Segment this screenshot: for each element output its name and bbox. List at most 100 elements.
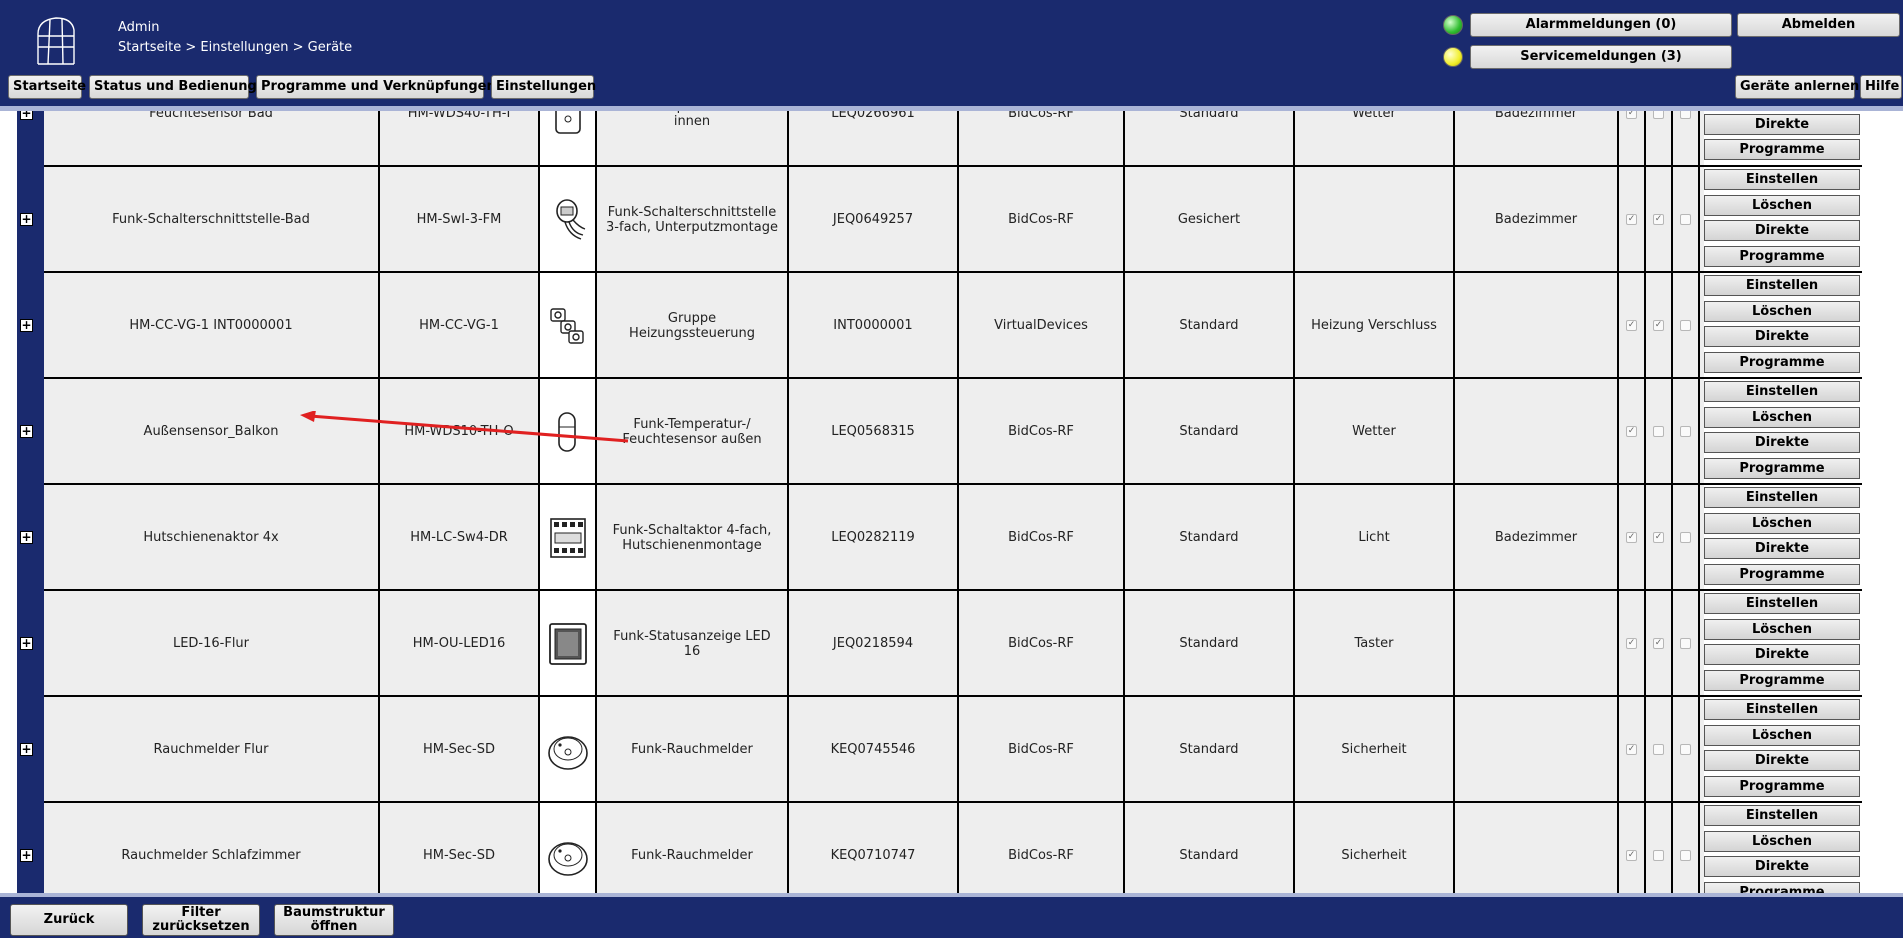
expand-icon[interactable]: + bbox=[20, 849, 33, 862]
device-description: Funk-Rauchmelder bbox=[597, 803, 789, 893]
device-type: HM-Sec-SD bbox=[380, 803, 540, 893]
device-room bbox=[1455, 379, 1619, 484]
logged-checkbox[interactable] bbox=[1680, 532, 1691, 543]
settings-button[interactable]: Einstellen bbox=[1704, 593, 1860, 614]
delete-button[interactable]: Löschen bbox=[1704, 618, 1860, 640]
smoke-detector-icon bbox=[547, 841, 588, 876]
device-serial: JEQ0218594 bbox=[789, 591, 959, 696]
direct-links-button[interactable]: Direkte bbox=[1704, 432, 1860, 453]
device-name: Rauchmelder Schlafzimmer bbox=[44, 803, 380, 893]
nav-startseite[interactable]: Startseite bbox=[8, 75, 86, 99]
device-table[interactable]: Feuchtesensor Bad HM-WDS40-TH-I Funk-Tem… bbox=[0, 111, 1903, 893]
operable-checkbox[interactable] bbox=[1653, 111, 1664, 119]
programs-button[interactable]: Programme bbox=[1704, 775, 1860, 797]
operable-checkbox[interactable] bbox=[1653, 744, 1664, 755]
programs-button[interactable]: Programme bbox=[1704, 351, 1860, 373]
programs-button[interactable]: Programme bbox=[1704, 457, 1860, 479]
visible-checkbox[interactable]: ✓ bbox=[1626, 744, 1637, 755]
nav-einstellungen[interactable]: Einstellungen bbox=[491, 75, 596, 99]
settings-button[interactable]: Einstellen bbox=[1704, 805, 1860, 826]
direct-links-button[interactable]: Direkte bbox=[1704, 114, 1860, 135]
table-row: Rauchmelder Schlafzimmer HM-Sec-SD Funk-Ra… bbox=[44, 803, 1864, 893]
nav-programme-und-verknuepfungen[interactable]: Programme und Verknüpfungen bbox=[256, 75, 496, 99]
row-divider bbox=[44, 483, 1862, 485]
programs-button[interactable]: Programme bbox=[1704, 669, 1860, 691]
logout-button[interactable]: Abmelden bbox=[1737, 13, 1900, 37]
device-interface: VirtualDevices bbox=[959, 273, 1125, 378]
service-messages-button[interactable]: Servicemeldungen (3) bbox=[1470, 45, 1732, 69]
programs-button[interactable]: Programme bbox=[1704, 245, 1860, 267]
operable-checkbox[interactable]: ✓ bbox=[1653, 532, 1664, 543]
expand-icon[interactable]: + bbox=[20, 531, 33, 544]
footer-divider bbox=[0, 893, 1903, 897]
expand-icon[interactable]: + bbox=[20, 743, 33, 756]
programs-button[interactable]: Programme bbox=[1704, 881, 1860, 893]
back-button[interactable]: Zurück bbox=[10, 904, 128, 936]
logged-checkbox[interactable] bbox=[1680, 320, 1691, 331]
operable-checkbox[interactable] bbox=[1653, 426, 1664, 437]
expand-icon[interactable]: + bbox=[20, 637, 33, 650]
device-mode: Standard bbox=[1125, 379, 1295, 484]
logged-checkbox[interactable] bbox=[1680, 638, 1691, 649]
reset-filter-button[interactable]: Filter zurücksetzen bbox=[142, 904, 260, 936]
delete-button[interactable]: Löschen bbox=[1704, 194, 1860, 216]
visible-checkbox[interactable]: ✓ bbox=[1626, 638, 1637, 649]
operable-checkbox[interactable]: ✓ bbox=[1653, 214, 1664, 225]
device-interface: BidCos-RF bbox=[959, 167, 1125, 272]
delete-button[interactable]: Löschen bbox=[1704, 830, 1860, 852]
settings-button[interactable]: Einstellen bbox=[1704, 699, 1860, 720]
visible-checkbox[interactable]: ✓ bbox=[1626, 426, 1637, 437]
device-function: Wetter bbox=[1295, 379, 1455, 484]
settings-button[interactable]: Einstellen bbox=[1704, 381, 1860, 402]
logged-checkbox[interactable] bbox=[1680, 850, 1691, 861]
alarm-status-led-icon bbox=[1443, 15, 1463, 35]
delete-button[interactable]: Löschen bbox=[1704, 512, 1860, 534]
operable-checkbox[interactable] bbox=[1653, 850, 1664, 861]
row-actions: Einstellen Löschen Direkte Programme bbox=[1704, 697, 1864, 802]
expand-icon[interactable]: + bbox=[20, 111, 33, 120]
visible-checkbox[interactable]: ✓ bbox=[1626, 320, 1637, 331]
footer-bar: Zurück Filter zurücksetzen Baumstruktur … bbox=[0, 893, 1903, 938]
device-description: Funk-Statusanzeige LED 16 bbox=[597, 591, 789, 696]
programs-button[interactable]: Programme bbox=[1704, 139, 1860, 160]
visible-checkbox[interactable]: ✓ bbox=[1626, 850, 1637, 861]
device-room bbox=[1455, 273, 1619, 378]
expand-icon[interactable]: + bbox=[20, 213, 33, 226]
device-mode: Standard bbox=[1125, 111, 1295, 166]
din-rail-actuator-icon bbox=[549, 517, 586, 558]
delete-button[interactable]: Löschen bbox=[1704, 300, 1860, 322]
visible-checkbox[interactable]: ✓ bbox=[1626, 532, 1637, 543]
programs-button[interactable]: Programme bbox=[1704, 563, 1860, 585]
row-actions: Einstellen Löschen Direkte Programme bbox=[1704, 273, 1864, 378]
row-actions: Einstellen Löschen Direkte Programme bbox=[1704, 111, 1864, 166]
direct-links-button[interactable]: Direkte bbox=[1704, 538, 1860, 559]
help-button[interactable]: Hilfe bbox=[1860, 75, 1902, 99]
delete-button[interactable]: Löschen bbox=[1704, 724, 1860, 746]
direct-links-button[interactable]: Direkte bbox=[1704, 220, 1860, 241]
operable-checkbox[interactable]: ✓ bbox=[1653, 638, 1664, 649]
direct-links-button[interactable]: Direkte bbox=[1704, 856, 1860, 877]
teach-in-devices-button[interactable]: Geräte anlernen bbox=[1735, 75, 1859, 99]
expand-icon[interactable]: + bbox=[20, 319, 33, 332]
device-description: Gruppe Heizungssteuerung bbox=[597, 273, 789, 378]
settings-button[interactable]: Einstellen bbox=[1704, 487, 1860, 508]
alarm-messages-button[interactable]: Alarmmeldungen (0) bbox=[1470, 13, 1732, 37]
row-actions: Einstellen Löschen Direkte Programme bbox=[1704, 485, 1864, 590]
logged-checkbox[interactable] bbox=[1680, 111, 1691, 119]
logged-checkbox[interactable] bbox=[1680, 744, 1691, 755]
expand-icon[interactable]: + bbox=[20, 425, 33, 438]
visible-checkbox[interactable]: ✓ bbox=[1626, 111, 1637, 119]
operable-checkbox[interactable]: ✓ bbox=[1653, 320, 1664, 331]
logged-checkbox[interactable] bbox=[1680, 426, 1691, 437]
delete-button[interactable]: Löschen bbox=[1704, 406, 1860, 428]
open-tree-button[interactable]: Baumstruktur öffnen bbox=[274, 904, 394, 936]
logged-checkbox[interactable] bbox=[1680, 214, 1691, 225]
nav-status-und-bedienung[interactable]: Status und Bedienung bbox=[89, 75, 257, 99]
visible-checkbox[interactable]: ✓ bbox=[1626, 214, 1637, 225]
settings-button[interactable]: Einstellen bbox=[1704, 169, 1860, 190]
settings-button[interactable]: Einstellen bbox=[1704, 275, 1860, 296]
header-bar: Admin Startseite > Einstellungen > Gerät… bbox=[0, 0, 1903, 111]
direct-links-button[interactable]: Direkte bbox=[1704, 326, 1860, 347]
direct-links-button[interactable]: Direkte bbox=[1704, 644, 1860, 665]
direct-links-button[interactable]: Direkte bbox=[1704, 750, 1860, 771]
